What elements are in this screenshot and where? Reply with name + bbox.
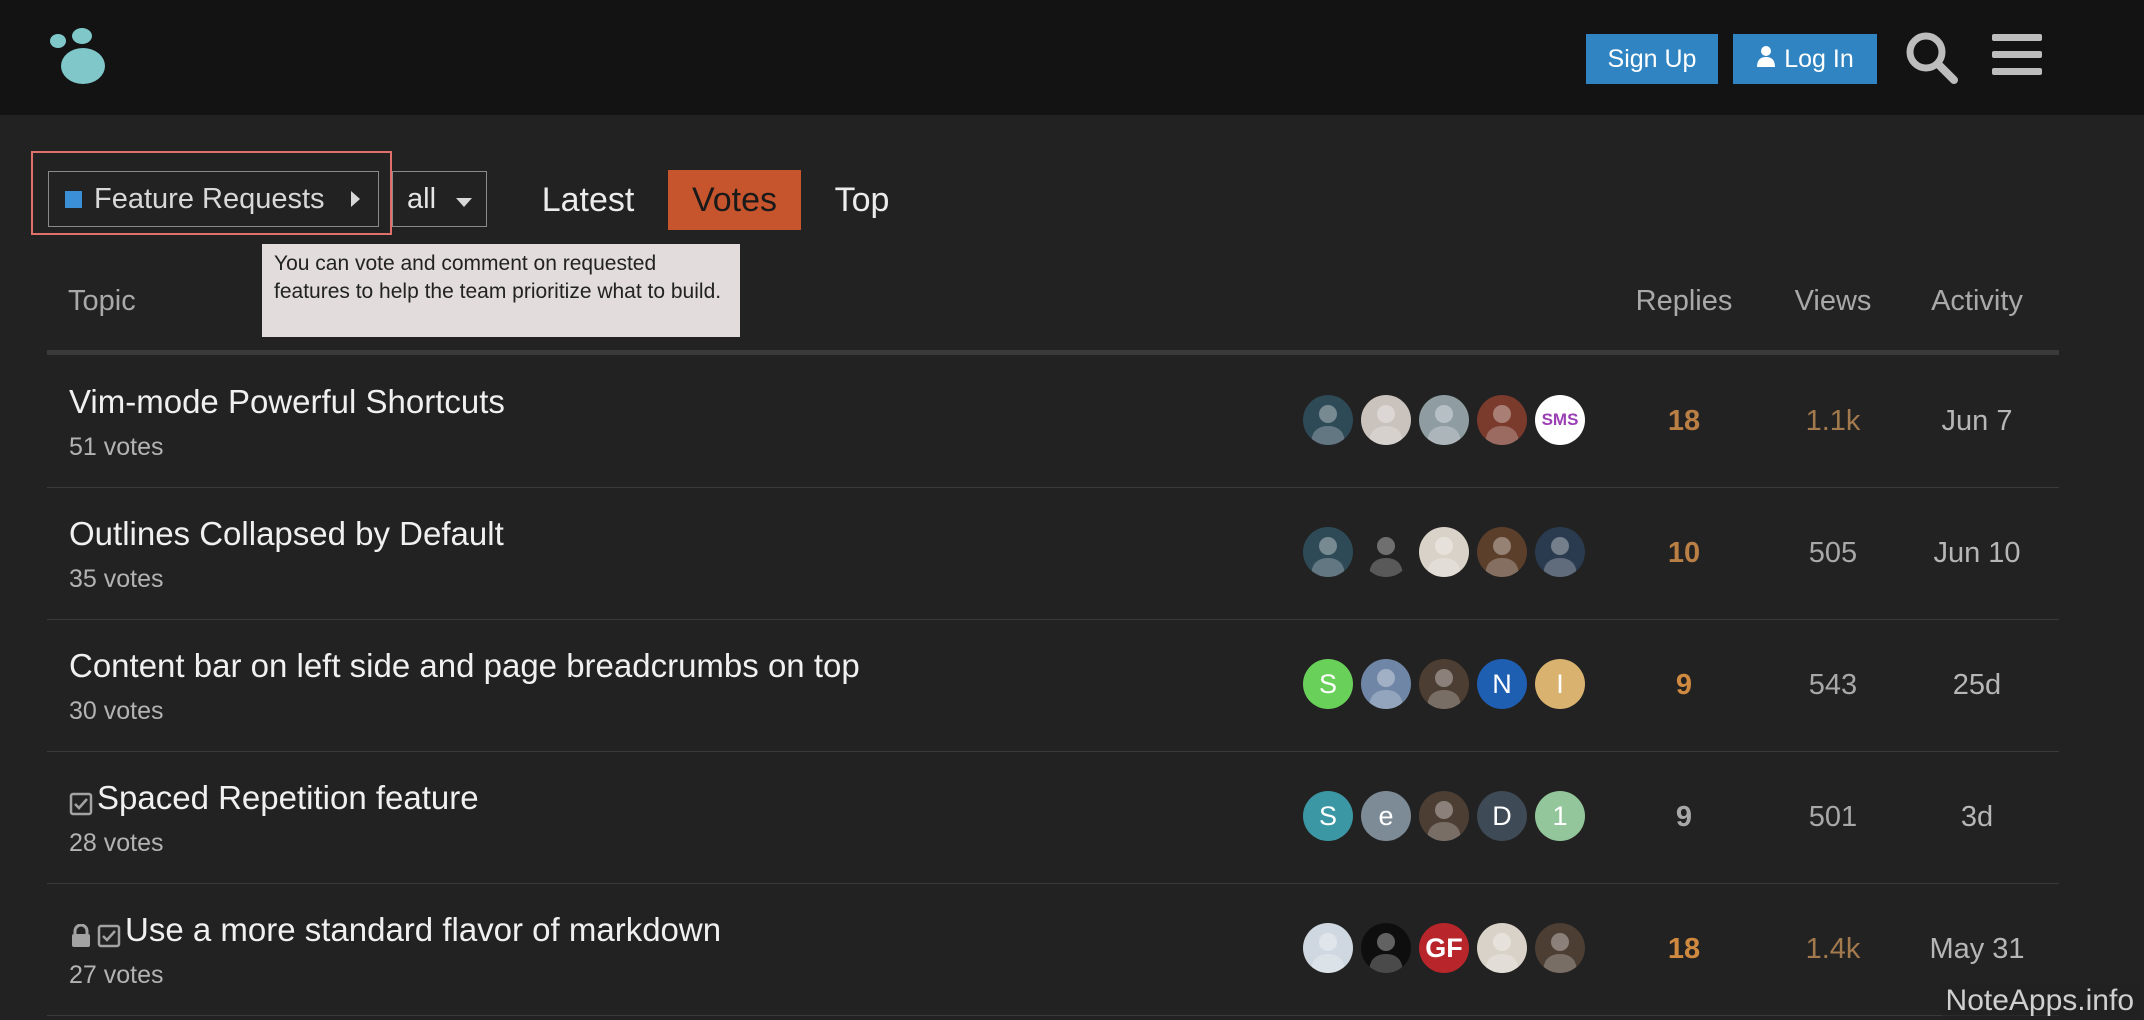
avatar[interactable]: GF — [1419, 923, 1469, 973]
subcategory-dropdown[interactable]: all — [392, 171, 487, 227]
category-color-badge — [65, 190, 82, 208]
view-count: 1.1k — [1805, 405, 1861, 437]
hamburger-menu-icon[interactable] — [1992, 32, 2042, 78]
topic-title-text: Content bar on left side and page breadc… — [69, 647, 860, 684]
activity-date[interactable]: 25d — [1912, 669, 2042, 702]
caret-down-icon — [456, 198, 472, 207]
topic-title-link[interactable]: Content bar on left side and page breadc… — [69, 647, 860, 685]
table-row[interactable]: Vim-mode Powerful Shortcuts 51 votes SMS 18… — [47, 355, 2059, 488]
avatar-person-white-shirt[interactable] — [1303, 923, 1353, 973]
site-header: Sign Up Log In — [0, 0, 2144, 115]
view-count: 543 — [1808, 669, 1858, 701]
topic-title-text: Vim-mode Powerful Shortcuts — [69, 383, 505, 420]
avatar-person-beard[interactable] — [1477, 527, 1527, 577]
avatar-person-dark[interactable] — [1303, 395, 1353, 445]
reply-count[interactable]: 9 — [1614, 801, 1754, 834]
vote-count: 35 votes — [69, 565, 164, 593]
topic-title-link[interactable]: Vim-mode Powerful Shortcuts — [69, 383, 505, 421]
avatar[interactable]: SMS — [1535, 395, 1585, 445]
avatar-group[interactable] — [1535, 923, 1585, 973]
reply-count[interactable]: 18 — [1614, 405, 1754, 438]
vote-count: 28 votes — [69, 829, 164, 857]
category-dropdown[interactable]: Feature Requests — [48, 171, 379, 227]
avatar[interactable]: e — [1361, 791, 1411, 841]
avatar[interactable]: S — [1303, 791, 1353, 841]
table-row[interactable]: Spaced Repetition feature 28 votes Se D 1 9 50… — [47, 751, 2059, 884]
vote-count: 30 votes — [69, 697, 164, 725]
activity-date[interactable]: Jun 7 — [1912, 405, 2042, 438]
user-icon — [1756, 45, 1776, 74]
activity-date[interactable]: Jun 10 — [1912, 537, 2042, 570]
vote-count: 27 votes — [69, 961, 164, 989]
topic-title-link[interactable]: Spaced Repetition feature — [69, 779, 479, 817]
lock-icon — [69, 918, 93, 947]
caret-right-icon — [351, 191, 360, 207]
view-count: 505 — [1808, 537, 1858, 569]
search-icon[interactable] — [1904, 30, 1958, 84]
avatar[interactable]: N — [1477, 659, 1527, 709]
category-label: Feature Requests — [94, 182, 325, 215]
avatar-person-red[interactable] — [1477, 395, 1527, 445]
view-count: 501 — [1808, 801, 1858, 833]
avatar[interactable]: 1 — [1535, 791, 1585, 841]
topic-title-link[interactable]: Use a more standard flavor of markdown — [69, 911, 721, 949]
avatar-person-smile[interactable] — [1361, 659, 1411, 709]
site-logo-icon[interactable] — [46, 26, 116, 86]
tab-top[interactable]: Top — [820, 170, 904, 230]
column-header-views[interactable]: Views — [1770, 285, 1896, 318]
topic-title-text: Spaced Repetition feature — [97, 779, 479, 816]
avatar-rabbit[interactable] — [1361, 395, 1411, 445]
avatar[interactable]: S — [1303, 659, 1353, 709]
checkbox-checked-icon — [97, 918, 121, 948]
category-description-tooltip: You can vote and comment on requested fe… — [262, 244, 740, 337]
activity-date[interactable]: May 31 — [1912, 933, 2042, 966]
table-row[interactable]: Use a more standard flavor of markdown 27… — [47, 883, 2059, 1016]
reply-count[interactable]: 9 — [1614, 669, 1754, 702]
topic-title-text: Outlines Collapsed by Default — [69, 515, 504, 552]
checkbox-checked-icon — [69, 786, 93, 816]
column-header-activity[interactable]: Activity — [1912, 285, 2042, 318]
avatar-person-glasses-beard[interactable] — [1535, 527, 1585, 577]
reply-count[interactable]: 10 — [1614, 537, 1754, 570]
avatar-person-woman[interactable] — [1419, 527, 1469, 577]
avatar-figure-black[interactable] — [1361, 527, 1411, 577]
avatar-group[interactable] — [1419, 659, 1469, 709]
table-row[interactable]: Content bar on left side and page breadc… — [47, 619, 2059, 752]
avatar-group[interactable] — [1419, 791, 1469, 841]
tab-latest[interactable]: Latest — [530, 170, 646, 230]
avatar-person-dark[interactable] — [1303, 527, 1353, 577]
avatar-person-woman[interactable] — [1477, 923, 1527, 973]
topic-title-link[interactable]: Outlines Collapsed by Default — [69, 515, 504, 553]
tab-votes[interactable]: Votes — [668, 170, 801, 230]
avatar-red-dash[interactable] — [1361, 923, 1411, 973]
subcategory-label: all — [407, 182, 437, 215]
avatar-person-glasses[interactable] — [1419, 395, 1469, 445]
signup-button[interactable]: Sign Up — [1586, 34, 1718, 84]
login-button[interactable]: Log In — [1733, 34, 1877, 84]
table-row[interactable]: Outlines Collapsed by Default 35 votes 10 5… — [47, 487, 2059, 620]
avatar[interactable]: I — [1535, 659, 1585, 709]
login-label: Log In — [1784, 44, 1854, 73]
topic-title-text: Use a more standard flavor of markdown — [125, 911, 722, 948]
column-header-replies[interactable]: Replies — [1614, 285, 1754, 318]
reply-count[interactable]: 18 — [1614, 933, 1754, 966]
view-count: 1.4k — [1805, 933, 1861, 965]
activity-date[interactable]: 3d — [1912, 801, 2042, 834]
vote-count: 51 votes — [69, 433, 164, 461]
watermark: NoteApps.info — [1941, 984, 2138, 1018]
avatar[interactable]: D — [1477, 791, 1527, 841]
column-header-topic[interactable]: Topic — [68, 285, 136, 318]
